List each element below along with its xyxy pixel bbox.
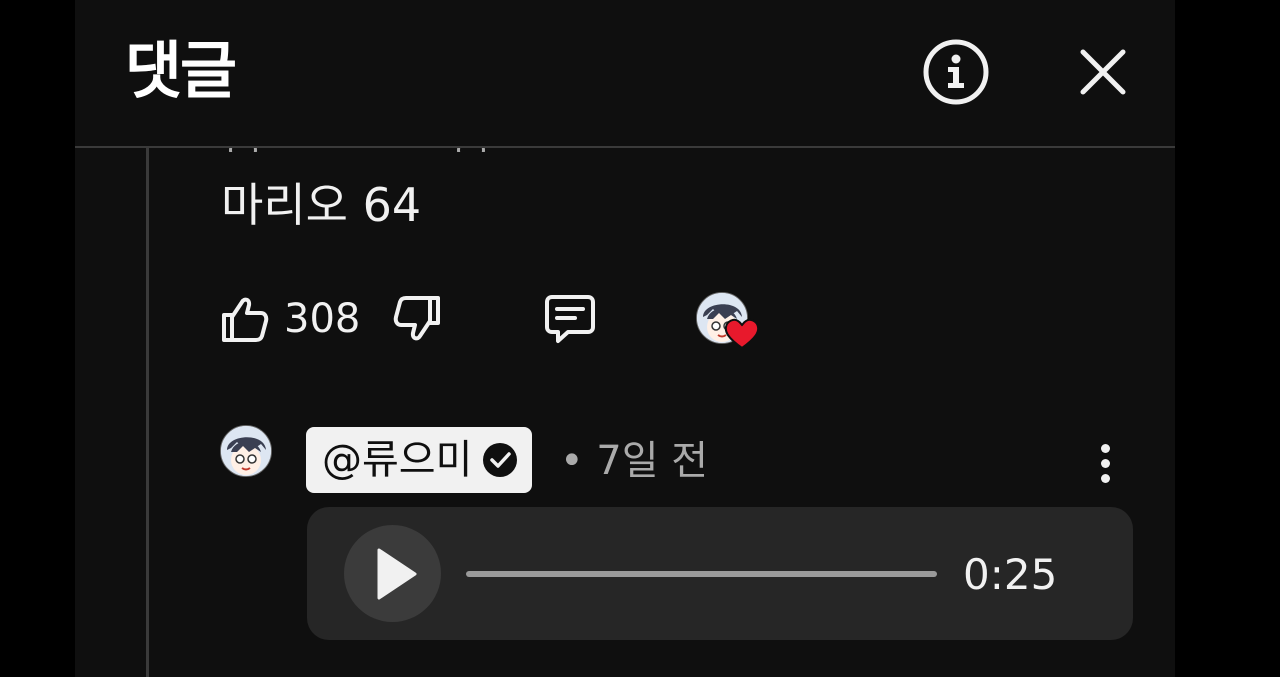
reply-author-avatar[interactable] [220, 425, 272, 477]
more-vertical-icon [1100, 443, 1110, 453]
author-name: @류으미 [322, 437, 473, 483]
dislike-button[interactable] [392, 286, 442, 352]
info-circle-icon [923, 39, 989, 105]
thumb-up-icon [222, 297, 269, 342]
play-icon [377, 548, 416, 599]
panel-header: 댓글 [75, 0, 1175, 148]
reply-timestamp: • 7일 전 [560, 438, 709, 484]
play-button[interactable] [344, 525, 441, 622]
audio-duration: 0:25 [963, 550, 1058, 599]
audio-progress-track[interactable] [466, 571, 937, 577]
close-x-icon [1080, 49, 1126, 95]
info-button[interactable] [920, 36, 992, 108]
creator-heart-badge [696, 292, 762, 358]
comment-icon [545, 295, 595, 343]
audio-player: 0:25 [307, 507, 1133, 640]
verified-check-icon [483, 443, 518, 477]
thread-line [146, 146, 149, 677]
like-count: 308 [284, 296, 361, 342]
page-title: 댓글 [125, 34, 237, 107]
reply-button[interactable] [542, 286, 598, 352]
thumb-down-icon [393, 296, 440, 341]
comment-text: 마리오 64 [221, 178, 422, 232]
comment-actions: 308 [220, 286, 780, 352]
comments-panel: 댓글 마리오 64 308 @류으미 • 7일 전 0:25 [75, 0, 1175, 677]
close-button[interactable] [1067, 36, 1139, 108]
reply-header: @류으미 • 7일 전 [220, 425, 1140, 500]
heart-icon [724, 318, 760, 350]
like-button[interactable]: 308 [220, 286, 360, 352]
author-name-chip[interactable]: @류으미 [306, 427, 533, 493]
more-options-button[interactable] [1080, 435, 1130, 491]
